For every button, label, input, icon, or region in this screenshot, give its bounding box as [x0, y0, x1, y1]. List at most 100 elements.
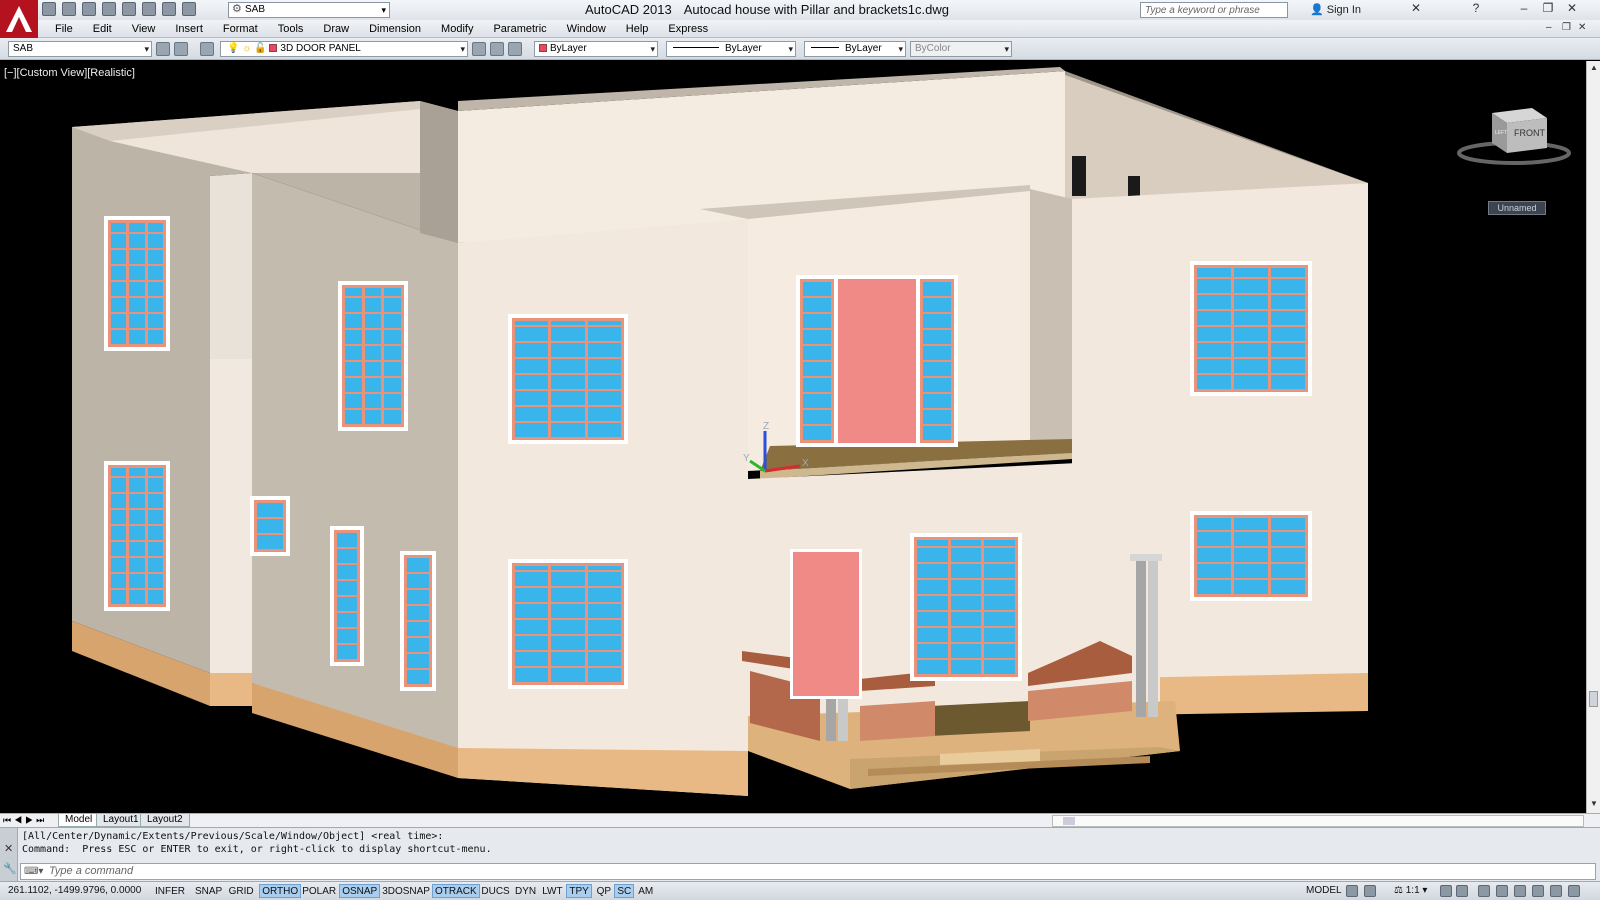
- command-close-icon[interactable]: ✕: [4, 842, 13, 855]
- autocad-logo-icon[interactable]: [0, 0, 38, 38]
- menu-draw[interactable]: Draw: [313, 22, 359, 36]
- hscroll-thumb[interactable]: [1063, 817, 1075, 825]
- layer-states-icon[interactable]: [174, 42, 188, 56]
- toggle-dyn[interactable]: DYN: [512, 884, 539, 898]
- quick-view-layouts-icon[interactable]: [1346, 885, 1358, 897]
- restore-icon[interactable]: ❐: [1538, 1, 1558, 15]
- status-menu-icon[interactable]: [1550, 885, 1562, 897]
- toggle-grid[interactable]: GRID: [226, 884, 257, 898]
- command-input[interactable]: Type a command: [20, 863, 1596, 880]
- close-icon[interactable]: ✕: [1562, 1, 1582, 15]
- viewcube-icon[interactable]: FRONT LEFT: [1452, 103, 1572, 173]
- clean-screen-icon[interactable]: [1568, 885, 1580, 897]
- toggle-3dosnap[interactable]: 3DOSNAP: [379, 884, 433, 898]
- model-space-button[interactable]: MODEL: [1306, 885, 1342, 896]
- toggle-qp[interactable]: QP: [594, 884, 614, 898]
- coordinates-display[interactable]: 261.1102, -1499.9796, 0.0000: [8, 885, 141, 896]
- lock-toolbar-icon[interactable]: [1496, 885, 1508, 897]
- save-as-icon[interactable]: [102, 2, 116, 16]
- toggle-tpy[interactable]: TPY: [566, 884, 592, 898]
- scroll-up-icon[interactable]: ▲: [1590, 63, 1598, 72]
- window-2: [338, 281, 408, 431]
- linetype-select[interactable]: ByLayer: [666, 41, 796, 57]
- layer-state-select[interactable]: SAB: [8, 41, 152, 57]
- vertical-scrollbar[interactable]: ▲ ▼: [1586, 61, 1600, 813]
- command-history-line-2: Command: Press ESC or ENTER to exit, or …: [22, 844, 492, 855]
- command-customize-icon[interactable]: 🔧: [3, 862, 17, 875]
- ucs-menu-button[interactable]: Unnamed: [1488, 201, 1546, 215]
- menu-file[interactable]: File: [45, 22, 83, 36]
- tab-model[interactable]: Model: [58, 814, 100, 827]
- menu-modify[interactable]: Modify: [431, 22, 483, 36]
- command-line-window: ✕ 🔧 [All/Center/Dynamic/Extents/Previous…: [0, 827, 1600, 882]
- menu-format[interactable]: Format: [213, 22, 268, 36]
- tab-layout2[interactable]: Layout2: [140, 814, 190, 827]
- open-icon[interactable]: [62, 2, 76, 16]
- minimize-icon[interactable]: –: [1514, 1, 1534, 15]
- toggle-polar[interactable]: POLAR: [299, 884, 339, 898]
- layer-select[interactable]: 💡 ☼ 🔓 3D DOOR PANEL: [220, 41, 468, 57]
- menu-help[interactable]: Help: [616, 22, 659, 36]
- publish-icon[interactable]: [122, 2, 136, 16]
- menu-window[interactable]: Window: [557, 22, 616, 36]
- annotation-visibility-icon[interactable]: [1440, 885, 1452, 897]
- menu-view[interactable]: View: [122, 22, 166, 36]
- linetype-value: ByLayer: [725, 43, 762, 54]
- new-icon[interactable]: [42, 2, 56, 16]
- quick-view-drawings-icon[interactable]: [1364, 885, 1376, 897]
- tab-nav-arrows[interactable]: ⏮◀▶⏭: [3, 815, 47, 826]
- toggle-sc[interactable]: SC: [614, 884, 635, 898]
- app-name: AutoCAD 2013: [585, 2, 672, 17]
- exchange-icon[interactable]: ✕: [1406, 1, 1426, 15]
- window-11: [910, 533, 1022, 681]
- tab-layout1[interactable]: Layout1: [96, 814, 146, 827]
- help-icon[interactable]: ?: [1466, 1, 1486, 15]
- doc-minimize-icon[interactable]: –: [1546, 22, 1552, 33]
- lineweight-select[interactable]: ByLayer: [804, 41, 906, 57]
- title-bar: SAB AutoCAD 2013 Autocad house with Pilla…: [0, 0, 1600, 38]
- toggle-infer[interactable]: INFER: [152, 884, 188, 898]
- scroll-down-icon[interactable]: ▼: [1590, 799, 1598, 808]
- hardware-acceleration-icon[interactable]: [1514, 885, 1526, 897]
- toggle-ducs[interactable]: DUCS: [478, 884, 512, 898]
- layer-state-manager-icon[interactable]: [156, 42, 170, 56]
- doc-restore-icon[interactable]: ❐: [1562, 22, 1571, 33]
- scroll-thumb[interactable]: [1589, 691, 1598, 707]
- command-line-grip[interactable]: ✕ 🔧: [0, 828, 18, 882]
- menu-insert[interactable]: Insert: [165, 22, 213, 36]
- color-select[interactable]: ByLayer: [534, 41, 658, 57]
- redo-icon[interactable]: [182, 2, 196, 16]
- undo-icon[interactable]: [162, 2, 176, 16]
- toggle-ortho[interactable]: ORTHO: [259, 884, 302, 898]
- toggle-otrack[interactable]: OTRACK: [432, 884, 480, 898]
- isolate-objects-icon[interactable]: [1532, 885, 1544, 897]
- save-icon[interactable]: [82, 2, 96, 16]
- sign-in-button[interactable]: 👤 Sign In: [1310, 3, 1361, 16]
- layer-previous-icon[interactable]: [490, 42, 504, 56]
- menu-express[interactable]: Express: [658, 22, 718, 36]
- layer-properties-icon[interactable]: [200, 42, 214, 56]
- workspace-select[interactable]: SAB: [228, 2, 390, 18]
- menu-edit[interactable]: Edit: [83, 22, 122, 36]
- layer-match-icon[interactable]: [508, 42, 522, 56]
- command-prompt-icon[interactable]: ⌨▾: [24, 866, 43, 877]
- make-current-icon[interactable]: [472, 42, 486, 56]
- horizontal-scrollbar[interactable]: [1052, 815, 1584, 827]
- drawing-viewport[interactable]: [−][Custom View][Realistic] Z Y X FRONT …: [0, 61, 1586, 813]
- menu-tools[interactable]: Tools: [268, 22, 314, 36]
- toggle-osnap[interactable]: OSNAP: [339, 884, 381, 898]
- toggle-lwt[interactable]: LWT: [539, 884, 565, 898]
- toggle-am[interactable]: AM: [635, 884, 656, 898]
- toggle-snap[interactable]: SNAP: [192, 884, 225, 898]
- menu-parametric[interactable]: Parametric: [483, 22, 556, 36]
- menu-dimension[interactable]: Dimension: [359, 22, 431, 36]
- layer-color-swatch: [269, 44, 278, 52]
- plotstyle-select[interactable]: ByColor: [910, 41, 1012, 57]
- help-search-input[interactable]: Type a keyword or phrase: [1140, 2, 1288, 18]
- workspace-switching-icon[interactable]: [1478, 885, 1490, 897]
- plot-icon[interactable]: [142, 2, 156, 16]
- auto-scale-icon[interactable]: [1456, 885, 1468, 897]
- doc-close-icon[interactable]: ✕: [1578, 22, 1586, 33]
- sign-in-label: Sign In: [1326, 4, 1362, 16]
- annotation-scale[interactable]: ⚖ 1:1 ▾: [1394, 885, 1427, 896]
